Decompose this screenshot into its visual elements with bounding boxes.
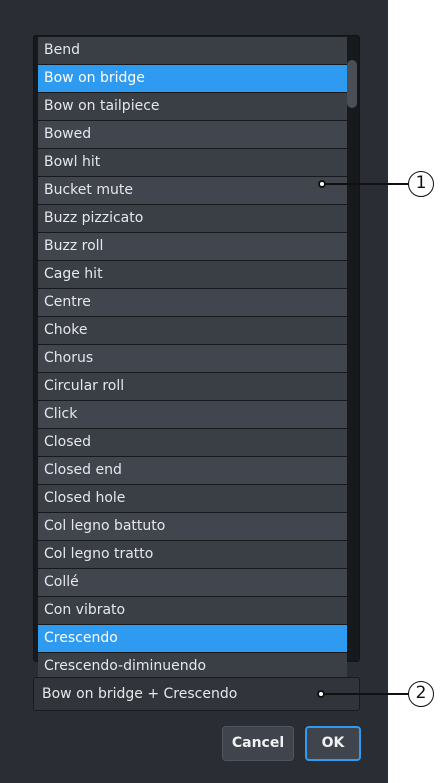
list-item[interactable]: Col legno battuto <box>38 513 347 540</box>
scrollbar-thumb[interactable] <box>347 60 357 108</box>
list-item[interactable]: Click <box>38 401 347 428</box>
callout-1-line <box>325 183 409 185</box>
callout-2-line <box>324 693 409 695</box>
list-item[interactable]: Bow on tailpiece <box>38 93 347 120</box>
list-item[interactable]: Chorus <box>38 345 347 372</box>
scrollbar[interactable] <box>347 38 357 657</box>
list-item[interactable]: Closed <box>38 429 347 456</box>
list-item[interactable]: Crescendo <box>38 625 347 652</box>
list-item[interactable]: Circular roll <box>38 373 347 400</box>
list-item[interactable]: Col legno tratto <box>38 541 347 568</box>
list: Bend Bow on bridge Bow on tailpiece Bowed Bo… <box>38 36 347 681</box>
list-item[interactable]: Bow on bridge <box>38 65 347 92</box>
ok-button[interactable]: OK <box>305 726 361 761</box>
list-item[interactable]: Con vibrato <box>38 597 347 624</box>
list-item[interactable]: Cage hit <box>38 261 347 288</box>
callout-1-marker: 1 <box>408 171 434 197</box>
cancel-button[interactable]: Cancel <box>222 726 294 761</box>
callout-2-marker: 2 <box>408 681 434 707</box>
list-item[interactable]: Closed hole <box>38 485 347 512</box>
list-item[interactable]: Collé <box>38 569 347 596</box>
list-item[interactable]: Bucket mute <box>38 177 347 204</box>
list-item[interactable]: Crescendo-diminuendo <box>38 653 347 680</box>
list-item[interactable]: Bend <box>38 37 347 64</box>
list-item[interactable]: Buzz roll <box>38 233 347 260</box>
list-item[interactable]: Choke <box>38 317 347 344</box>
list-box[interactable]: Bend Bow on bridge Bow on tailpiece Bowed Bo… <box>33 35 360 680</box>
list-item[interactable]: Bowed <box>38 121 347 148</box>
list-item[interactable]: Buzz pizzicato <box>38 205 347 232</box>
list-item[interactable]: Bowl hit <box>38 149 347 176</box>
list-item[interactable]: Centre <box>38 289 347 316</box>
dialog: Bend Bow on bridge Bow on tailpiece Bowed Bo… <box>0 0 388 783</box>
list-item[interactable]: Closed end <box>38 457 347 484</box>
combined-result-field[interactable]: Bow on bridge + Crescendo <box>33 677 360 711</box>
